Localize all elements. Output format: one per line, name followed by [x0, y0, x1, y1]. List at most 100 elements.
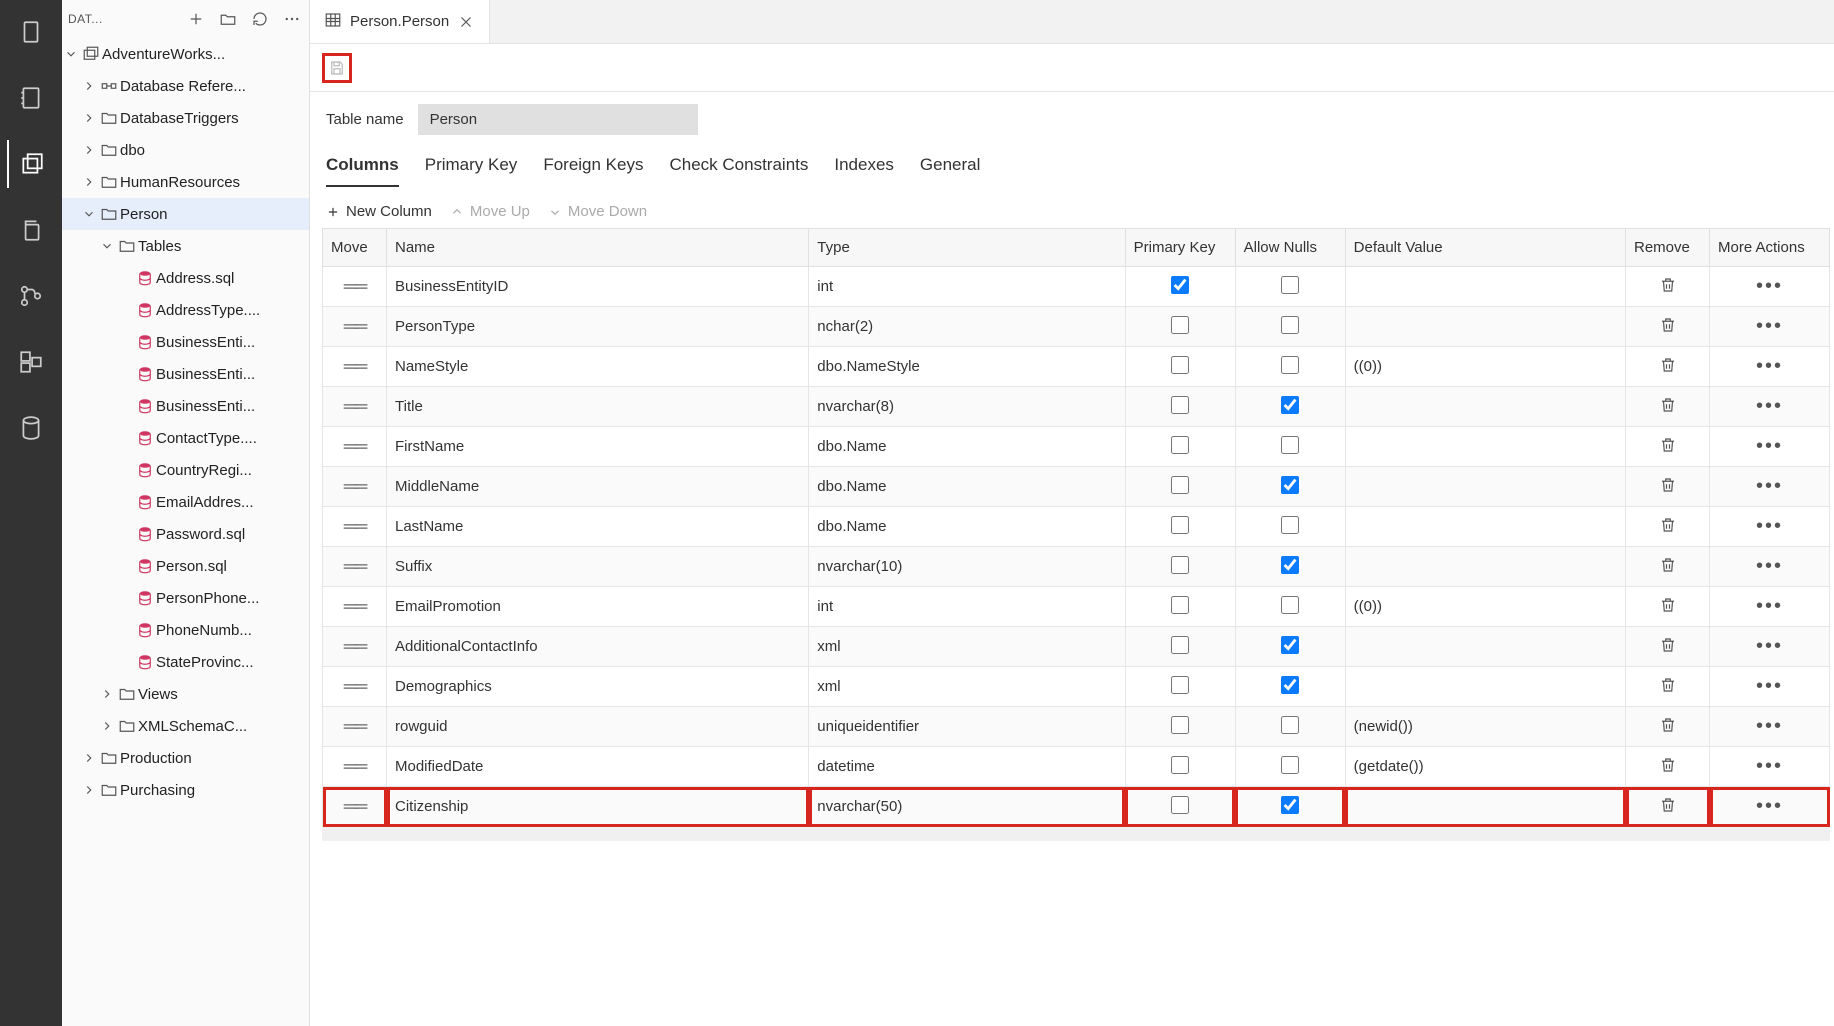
allow-nulls-checkbox[interactable] — [1281, 436, 1299, 454]
delete-icon[interactable] — [1659, 396, 1677, 414]
column-row[interactable]: ══EmailPromotionint((0))••• — [323, 587, 1830, 627]
new-column-button[interactable]: New Column — [326, 203, 432, 220]
horizontal-scrollbar[interactable] — [322, 827, 1830, 841]
cell-type[interactable]: int — [809, 587, 1125, 627]
tab-indexes[interactable]: Indexes — [834, 155, 894, 187]
column-row[interactable]: ══ModifiedDatedatetime(getdate())••• — [323, 747, 1830, 787]
delete-icon[interactable] — [1659, 636, 1677, 654]
pk-checkbox[interactable] — [1171, 276, 1189, 294]
pk-checkbox[interactable] — [1171, 396, 1189, 414]
drag-handle-icon[interactable]: ══ — [344, 396, 366, 416]
pk-checkbox[interactable] — [1171, 596, 1189, 614]
tree-row[interactable]: AddressType.... — [62, 294, 309, 326]
tab-columns[interactable]: Columns — [326, 155, 399, 187]
cell-default[interactable]: ((0)) — [1345, 587, 1625, 627]
cell-type[interactable]: nvarchar(8) — [809, 387, 1125, 427]
drag-handle-icon[interactable]: ══ — [344, 276, 366, 296]
more-actions-icon[interactable]: ••• — [1756, 395, 1783, 418]
activity-copy-icon[interactable] — [7, 206, 55, 254]
save-button[interactable] — [322, 53, 352, 83]
allow-nulls-checkbox[interactable] — [1281, 676, 1299, 694]
column-row[interactable]: ══Citizenshipnvarchar(50)••• — [323, 787, 1830, 827]
more-actions-icon[interactable]: ••• — [1756, 355, 1783, 378]
delete-icon[interactable] — [1659, 516, 1677, 534]
allow-nulls-checkbox[interactable] — [1281, 796, 1299, 814]
cell-default[interactable] — [1345, 787, 1625, 827]
delete-icon[interactable] — [1659, 716, 1677, 734]
drag-handle-icon[interactable]: ══ — [344, 796, 366, 816]
column-row[interactable]: ══AdditionalContactInfoxml••• — [323, 627, 1830, 667]
cell-default[interactable] — [1345, 307, 1625, 347]
tree-row[interactable]: PhoneNumb... — [62, 614, 309, 646]
delete-icon[interactable] — [1659, 436, 1677, 454]
more-actions-icon[interactable]: ••• — [1756, 515, 1783, 538]
cell-default[interactable] — [1345, 427, 1625, 467]
allow-nulls-checkbox[interactable] — [1281, 356, 1299, 374]
cell-type[interactable]: dbo.Name — [809, 467, 1125, 507]
delete-icon[interactable] — [1659, 476, 1677, 494]
activity-extensions-icon[interactable] — [7, 338, 55, 386]
tree-row[interactable]: StateProvinc... — [62, 646, 309, 678]
activity-source-control-icon[interactable] — [7, 272, 55, 320]
tree-row[interactable]: Production — [62, 742, 309, 774]
tab-foreign-keys[interactable]: Foreign Keys — [543, 155, 643, 187]
more-actions-icon[interactable]: ••• — [1756, 755, 1783, 778]
cell-type[interactable]: nchar(2) — [809, 307, 1125, 347]
cell-default[interactable] — [1345, 627, 1625, 667]
cell-name[interactable]: MiddleName — [387, 467, 809, 507]
tree-row[interactable]: Password.sql — [62, 518, 309, 550]
delete-icon[interactable] — [1659, 796, 1677, 814]
cell-name[interactable]: Title — [387, 387, 809, 427]
tree-row[interactable]: BusinessEnti... — [62, 326, 309, 358]
move-up-button[interactable]: Move Up — [450, 203, 530, 220]
cell-type[interactable]: dbo.NameStyle — [809, 347, 1125, 387]
more-actions-icon[interactable]: ••• — [1756, 635, 1783, 658]
activity-files-icon[interactable] — [7, 140, 55, 188]
activity-database-icon[interactable] — [7, 404, 55, 452]
column-row[interactable]: ══Suffixnvarchar(10)••• — [323, 547, 1830, 587]
pk-checkbox[interactable] — [1171, 716, 1189, 734]
more-icon[interactable] — [281, 8, 303, 30]
pk-checkbox[interactable] — [1171, 356, 1189, 374]
delete-icon[interactable] — [1659, 756, 1677, 774]
tree-row[interactable]: Person.sql — [62, 550, 309, 582]
close-icon[interactable] — [457, 13, 475, 31]
tree-row[interactable]: HumanResources — [62, 166, 309, 198]
column-row[interactable]: ══ Titlenvarchar(8) ••• — [323, 387, 1830, 427]
delete-icon[interactable] — [1659, 676, 1677, 694]
delete-icon[interactable] — [1659, 276, 1677, 294]
cell-name[interactable]: AdditionalContactInfo — [387, 627, 809, 667]
tree-row[interactable]: PersonPhone... — [62, 582, 309, 614]
table-name-input[interactable] — [418, 104, 698, 135]
pk-checkbox[interactable] — [1171, 476, 1189, 494]
refresh-icon[interactable] — [249, 8, 271, 30]
delete-icon[interactable] — [1659, 596, 1677, 614]
tree-row[interactable]: Purchasing — [62, 774, 309, 806]
tree-row[interactable]: Tables — [62, 230, 309, 262]
column-row[interactable]: ══NameStyledbo.NameStyle((0))••• — [323, 347, 1830, 387]
cell-name[interactable]: BusinessEntityID — [387, 267, 809, 307]
allow-nulls-checkbox[interactable] — [1281, 316, 1299, 334]
more-actions-icon[interactable]: ••• — [1756, 315, 1783, 338]
tree-row[interactable]: XMLSchemaC... — [62, 710, 309, 742]
cell-name[interactable]: Suffix — [387, 547, 809, 587]
allow-nulls-checkbox[interactable] — [1281, 276, 1299, 294]
allow-nulls-checkbox[interactable] — [1281, 476, 1299, 494]
pk-checkbox[interactable] — [1171, 436, 1189, 454]
delete-icon[interactable] — [1659, 356, 1677, 374]
open-folder-icon[interactable] — [217, 8, 239, 30]
more-actions-icon[interactable]: ••• — [1756, 715, 1783, 738]
drag-handle-icon[interactable]: ══ — [344, 316, 366, 336]
tree-row[interactable]: EmailAddres... — [62, 486, 309, 518]
cell-name[interactable]: ModifiedDate — [387, 747, 809, 787]
cell-default[interactable] — [1345, 507, 1625, 547]
tree-row[interactable]: CountryRegi... — [62, 454, 309, 486]
drag-handle-icon[interactable]: ══ — [344, 436, 366, 456]
more-actions-icon[interactable]: ••• — [1756, 595, 1783, 618]
tab-person-person[interactable]: Person.Person — [310, 0, 490, 43]
column-row[interactable]: ══FirstNamedbo.Name••• — [323, 427, 1830, 467]
cell-type[interactable]: uniqueidentifier — [809, 707, 1125, 747]
cell-default[interactable] — [1345, 387, 1625, 427]
drag-handle-icon[interactable]: ══ — [344, 516, 366, 536]
cell-default[interactable] — [1345, 547, 1625, 587]
